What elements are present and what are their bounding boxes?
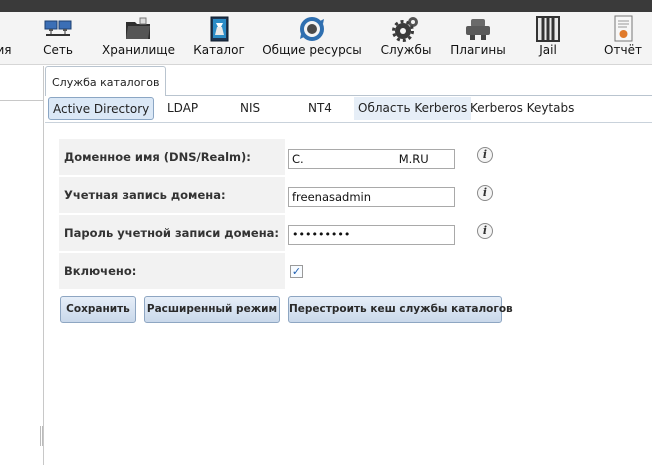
toolbar-label-sharing: Общие ресурсы	[262, 43, 362, 57]
tab-ldap[interactable]: LDAP	[163, 97, 202, 120]
enabled-checkbox[interactable]: ✓	[290, 265, 303, 278]
content-area: Служба каталогов Active Directory LDAP N…	[45, 66, 652, 465]
services-gears-icon	[392, 17, 418, 42]
tab-kerberos-keytabs[interactable]: Kerberos Keytabs	[466, 97, 578, 120]
jail-icon	[536, 16, 560, 42]
value-cell-enabled: ✓	[287, 253, 509, 289]
toolbar-item-report[interactable]: Отчёт	[600, 12, 646, 65]
toolbar-label-services: Службы	[380, 43, 432, 57]
info-icon[interactable]: i	[477, 147, 493, 163]
value-cell-domain-password: ••••••••• i	[287, 215, 509, 251]
sharing-icon	[300, 17, 324, 41]
row-domain-password: Пароль учетной записи домена: ••••••••• …	[59, 215, 509, 252]
left-tree-panel	[0, 66, 44, 465]
value-cell-domain-account: freenasadmin i	[287, 177, 509, 213]
tab-nt4[interactable]: NT4	[304, 97, 336, 120]
tab-nis[interactable]: NIS	[236, 97, 264, 120]
rebuild-cache-button[interactable]: Перестроить кеш службы каталогов	[288, 296, 513, 323]
tab-active-directory[interactable]: Active Directory	[48, 97, 155, 120]
toolbar-label-jail: Jail	[539, 43, 557, 57]
tab-directory-service[interactable]: Служба каталогов	[45, 66, 166, 96]
directory-book-icon	[210, 16, 229, 42]
label-domain-password: Пароль учетной записи домена:	[59, 215, 285, 251]
toolbar-label-system: ия	[0, 43, 12, 57]
toolbar-label-directory: Каталог	[193, 43, 245, 57]
plugins-icon	[466, 19, 490, 40]
toolbar-item-system[interactable]: ия	[0, 12, 16, 65]
toolbar-label-report: Отчёт	[604, 43, 642, 57]
info-icon[interactable]: i	[477, 185, 493, 201]
toolbar-label-network: Сеть	[43, 43, 73, 57]
toolbar-item-storage[interactable]: Хранилище	[102, 12, 175, 65]
tab-kerberos-realm[interactable]: Область Kerberos	[354, 97, 472, 120]
row-enabled: Включено: ✓	[59, 253, 509, 290]
value-cell-domain-name: C. M.RU i	[287, 139, 509, 175]
main-toolbar: ия Сеть Хранилище Каталог Общие ресурсы …	[0, 12, 652, 65]
storage-folder-icon	[126, 17, 150, 39]
domain-name-value-start: C.	[292, 152, 304, 166]
directory-tabs: Active Directory LDAP NIS NT4 Область Ke…	[45, 96, 652, 123]
panel-resize-handle[interactable]	[40, 426, 43, 446]
top-strip	[0, 0, 652, 12]
info-icon[interactable]: i	[477, 223, 493, 239]
toolbar-item-network[interactable]: Сеть	[36, 12, 80, 65]
label-domain-name: Доменное имя (DNS/Realm):	[59, 139, 285, 175]
toolbar-label-storage: Хранилище	[102, 43, 175, 57]
domain-name-value-end: M.RU	[398, 152, 429, 166]
toolbar-item-plugins[interactable]: Плагины	[448, 12, 508, 65]
toolbar-item-jail[interactable]: Jail	[528, 12, 568, 65]
label-enabled: Включено:	[59, 253, 285, 289]
left-panel-divider	[0, 100, 44, 101]
label-domain-account: Учетная запись домена:	[59, 177, 285, 213]
freenas-window: ия Сеть Хранилище Каталог Общие ресурсы …	[0, 0, 652, 465]
domain-account-input[interactable]: freenasadmin	[288, 187, 455, 207]
domain-name-input[interactable]: C. M.RU	[288, 149, 455, 169]
domain-password-input[interactable]: •••••••••	[288, 225, 455, 245]
advanced-mode-button[interactable]: Расширенный режим	[144, 296, 280, 323]
toolbar-label-plugins: Плагины	[450, 43, 506, 57]
network-icon	[44, 20, 72, 36]
report-icon	[614, 15, 633, 42]
toolbar-item-sharing[interactable]: Общие ресурсы	[262, 12, 362, 65]
redacted-area	[303, 152, 399, 167]
save-button[interactable]: Сохранить	[60, 296, 136, 323]
toolbar-item-services[interactable]: Службы	[378, 12, 434, 65]
row-domain-name: Доменное имя (DNS/Realm): C. M.RU i	[59, 139, 509, 176]
row-domain-account: Учетная запись домена: freenasadmin i	[59, 177, 509, 214]
toolbar-item-directory[interactable]: Каталог	[191, 12, 247, 65]
